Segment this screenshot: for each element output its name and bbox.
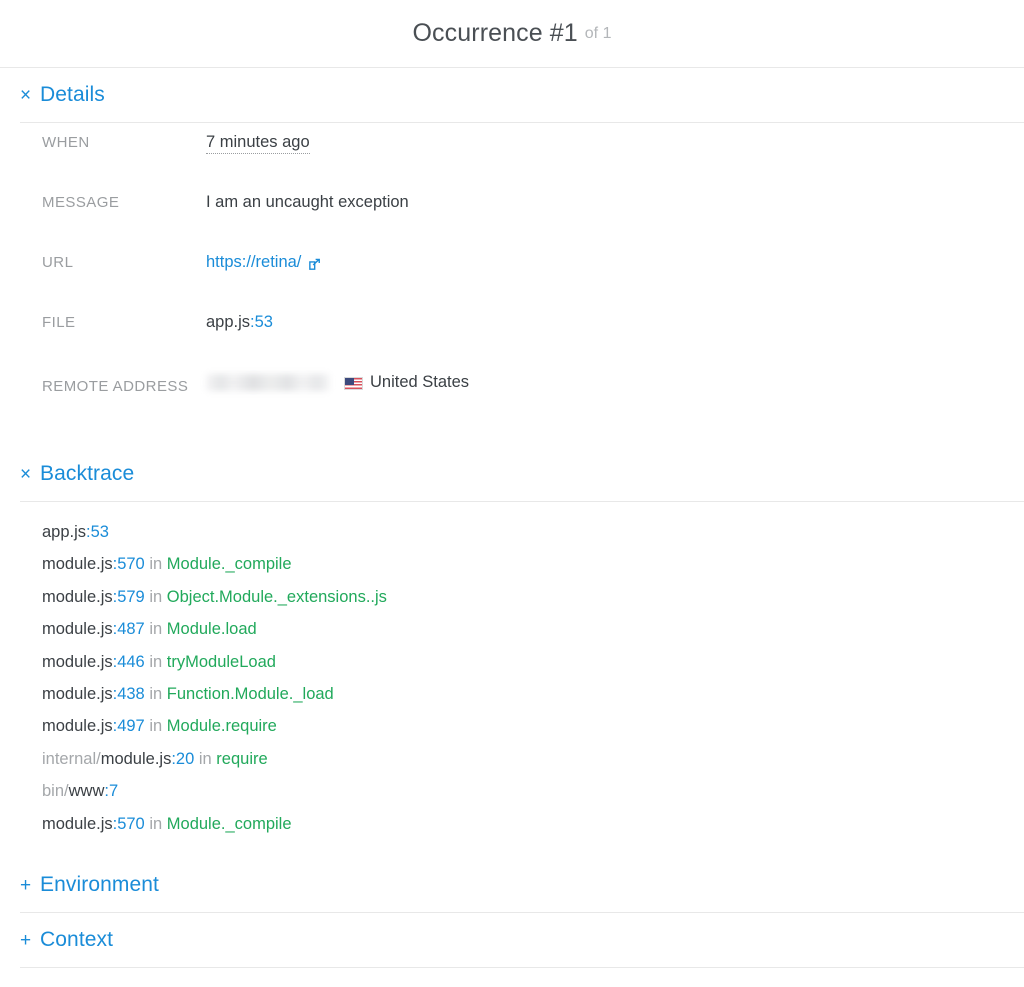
section-header-environment[interactable]: + Environment (0, 858, 1024, 912)
frame-file: module.js (42, 588, 113, 606)
frame-in-word: in (149, 653, 162, 671)
frame-line-number: :20 (171, 750, 194, 768)
us-flag-icon (344, 377, 363, 390)
detail-label: MESSAGE (0, 194, 206, 211)
frame-in-word: in (149, 555, 162, 573)
detail-label: REMOTE ADDRESS (0, 378, 206, 395)
frame-in-word: in (149, 620, 162, 638)
file-line-number[interactable]: :53 (250, 313, 273, 332)
detail-row-remote-address: REMOTE ADDRESS United States (0, 373, 1024, 433)
backtrace-frame[interactable]: module.js:497 in Module.require (42, 710, 1024, 742)
frame-function: Object.Module._extensions..js (167, 588, 387, 606)
detail-row-when: WHEN 7 minutes ago (0, 133, 1024, 193)
url-link[interactable]: https://retina/ (206, 253, 301, 272)
frame-line-number: :570 (113, 815, 145, 833)
collapse-toggle-icon[interactable]: × (20, 465, 40, 484)
detail-row-file: FILE app.js:53 (0, 313, 1024, 373)
frame-function: Function.Module._load (167, 685, 334, 703)
section-header-context[interactable]: + Context (0, 913, 1024, 967)
backtrace-list: app.js:53 module.js:570 in Module._compi… (0, 502, 1024, 858)
frame-line-number: :487 (113, 620, 145, 638)
frame-file: app.js (42, 523, 86, 541)
frame-file: module.js (42, 653, 113, 671)
detail-row-url: URL https://retina/ (0, 253, 1024, 313)
frame-file: module.js (42, 717, 113, 735)
backtrace-frame[interactable]: module.js:570 in Module._compile (42, 548, 1024, 580)
frame-line-number: :438 (113, 685, 145, 703)
frame-function: Module.require (167, 717, 277, 735)
detail-value-remote-address: United States (206, 373, 469, 392)
section-header-backtrace[interactable]: × Backtrace (0, 447, 1024, 501)
frame-file: module.js (101, 750, 172, 768)
divider (20, 967, 1024, 968)
occurrence-count: of 1 (585, 25, 612, 43)
frame-file: module.js (42, 815, 113, 833)
frame-function: Module.load (167, 620, 257, 638)
occurrence-header: Occurrence #1 of 1 (0, 0, 1024, 68)
section-title-context: Context (40, 928, 113, 952)
detail-value-file: app.js:53 (206, 313, 273, 332)
redacted-ip-address (206, 374, 330, 391)
detail-row-message: MESSAGE I am an uncaught exception (0, 193, 1024, 253)
detail-value-when: 7 minutes ago (206, 133, 310, 154)
frame-in-word: in (149, 588, 162, 606)
section-header-details[interactable]: × Details (0, 68, 1024, 122)
frame-dir: bin/ (42, 782, 69, 800)
section-title-details: Details (40, 83, 105, 107)
frame-line-number: :53 (86, 523, 109, 541)
file-name: app.js (206, 313, 250, 332)
frame-in-word: in (199, 750, 212, 768)
expand-toggle-icon[interactable]: + (20, 931, 40, 950)
backtrace-frame[interactable]: module.js:446 in tryModuleLoad (42, 646, 1024, 678)
frame-function: Module._compile (167, 815, 292, 833)
page-title: Occurrence #1 (413, 19, 578, 48)
frame-file: module.js (42, 685, 113, 703)
frame-file: www (69, 782, 105, 800)
frame-in-word: in (149, 717, 162, 735)
frame-line-number: :7 (104, 782, 118, 800)
when-timestamp[interactable]: 7 minutes ago (206, 133, 310, 154)
frame-dir: internal/ (42, 750, 101, 768)
frame-function: require (216, 750, 267, 768)
frame-file: module.js (42, 620, 113, 638)
section-title-backtrace: Backtrace (40, 462, 134, 486)
detail-value-url: https://retina/ (206, 253, 321, 272)
backtrace-frame[interactable]: module.js:438 in Function.Module._load (42, 678, 1024, 710)
backtrace-frame[interactable]: internal/module.js:20 in require (42, 743, 1024, 775)
details-body: WHEN 7 minutes ago MESSAGE I am an uncau… (0, 123, 1024, 447)
frame-line-number: :570 (113, 555, 145, 573)
frame-function: tryModuleLoad (167, 653, 276, 671)
section-title-environment: Environment (40, 873, 159, 897)
frame-line-number: :579 (113, 588, 145, 606)
external-link-icon[interactable] (308, 257, 321, 270)
backtrace-frame[interactable]: app.js:53 (42, 516, 1024, 548)
frame-in-word: in (149, 685, 162, 703)
backtrace-frame[interactable]: module.js:579 in Object.Module._extensio… (42, 581, 1024, 613)
detail-value-message: I am an uncaught exception (206, 193, 409, 212)
detail-label: FILE (0, 314, 206, 331)
backtrace-frame[interactable]: bin/www:7 (42, 775, 1024, 807)
collapse-toggle-icon[interactable]: × (20, 86, 40, 105)
backtrace-frame[interactable]: module.js:570 in Module._compile (42, 808, 1024, 840)
frame-line-number: :497 (113, 717, 145, 735)
detail-label: URL (0, 254, 206, 271)
occurrence-detail-page: Occurrence #1 of 1 × Details WHEN 7 minu… (0, 0, 1024, 968)
expand-toggle-icon[interactable]: + (20, 876, 40, 895)
frame-in-word: in (149, 815, 162, 833)
frame-line-number: :446 (113, 653, 145, 671)
backtrace-frame[interactable]: module.js:487 in Module.load (42, 613, 1024, 645)
country-name: United States (370, 373, 469, 392)
detail-label: WHEN (0, 134, 206, 151)
frame-file: module.js (42, 555, 113, 573)
frame-function: Module._compile (167, 555, 292, 573)
